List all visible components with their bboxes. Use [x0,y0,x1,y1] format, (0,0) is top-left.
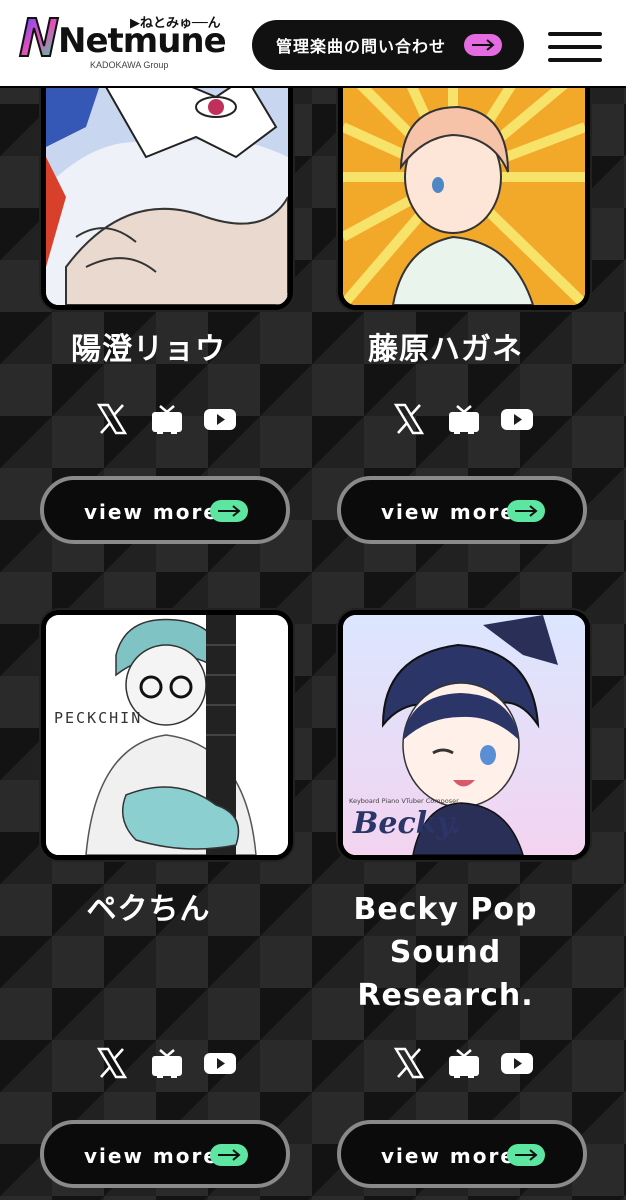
niconico-icon[interactable] [447,402,481,436]
youtube-icon[interactable] [500,1046,534,1080]
arrow-right-icon [464,34,502,56]
x-icon[interactable] [95,1046,129,1080]
social-links [95,1046,245,1082]
view-more-label: view more [381,500,516,524]
artist-name-line: Research. [357,978,534,1013]
view-more-button[interactable]: view more [337,1120,587,1188]
artist-name: 藤原ハガネ [368,332,523,367]
hamburger-menu-icon[interactable] [548,32,602,62]
view-more-button[interactable]: view more [40,1120,290,1188]
logo-wordmark: Netmune [58,21,227,61]
artist-artwork: Becky. Keyboard Piano VTuber Composer [338,610,590,860]
view-more-label: view more [84,500,219,524]
view-more-label: view more [84,1144,219,1168]
x-icon[interactable] [392,1046,426,1080]
artist-artwork [338,62,590,310]
contact-button-label: 管理楽曲の問い合わせ [276,37,447,56]
netmune-logo[interactable]: ▶ねとみゅ──ん Netmune KADOKAWA Group [18,14,230,74]
artist-name: Becky Pop Sound Research. [297,888,594,1017]
arrow-right-icon [210,1144,248,1166]
youtube-icon[interactable] [203,1046,237,1080]
artwork-text: PECKCHIN [54,709,142,727]
artist-name: ペクちん [86,892,211,927]
arrow-right-icon [507,1144,545,1166]
view-more-button[interactable]: view more [40,476,290,544]
view-more-button[interactable]: view more [337,476,587,544]
arrow-right-icon [507,500,545,522]
artwork-subtext: Keyboard Piano VTuber Composer [349,797,459,805]
x-icon[interactable] [95,402,129,436]
artist-name-line: Becky Pop [353,892,538,927]
niconico-icon[interactable] [447,1046,481,1080]
logo-group-label: KADOKAWA Group [90,60,169,70]
artist-artwork [41,62,293,310]
arrow-right-icon [210,500,248,522]
view-more-label: view more [381,1144,516,1168]
youtube-icon[interactable] [500,402,534,436]
site-header: ▶ねとみゅ──ん Netmune KADOKAWA Group 管理楽曲の問い合… [0,0,626,88]
social-links [392,402,542,438]
artist-name-line: Sound [389,935,502,970]
niconico-icon[interactable] [150,1046,184,1080]
contact-button[interactable]: 管理楽曲の問い合わせ [252,20,524,70]
niconico-icon[interactable] [150,402,184,436]
artwork-text: Becky. [352,806,461,841]
social-links [392,1046,542,1082]
artist-artwork: PECKCHIN [41,610,293,860]
artist-name: 陽澄リョウ [71,332,226,367]
youtube-icon[interactable] [203,402,237,436]
social-links [95,402,245,438]
x-icon[interactable] [392,402,426,436]
